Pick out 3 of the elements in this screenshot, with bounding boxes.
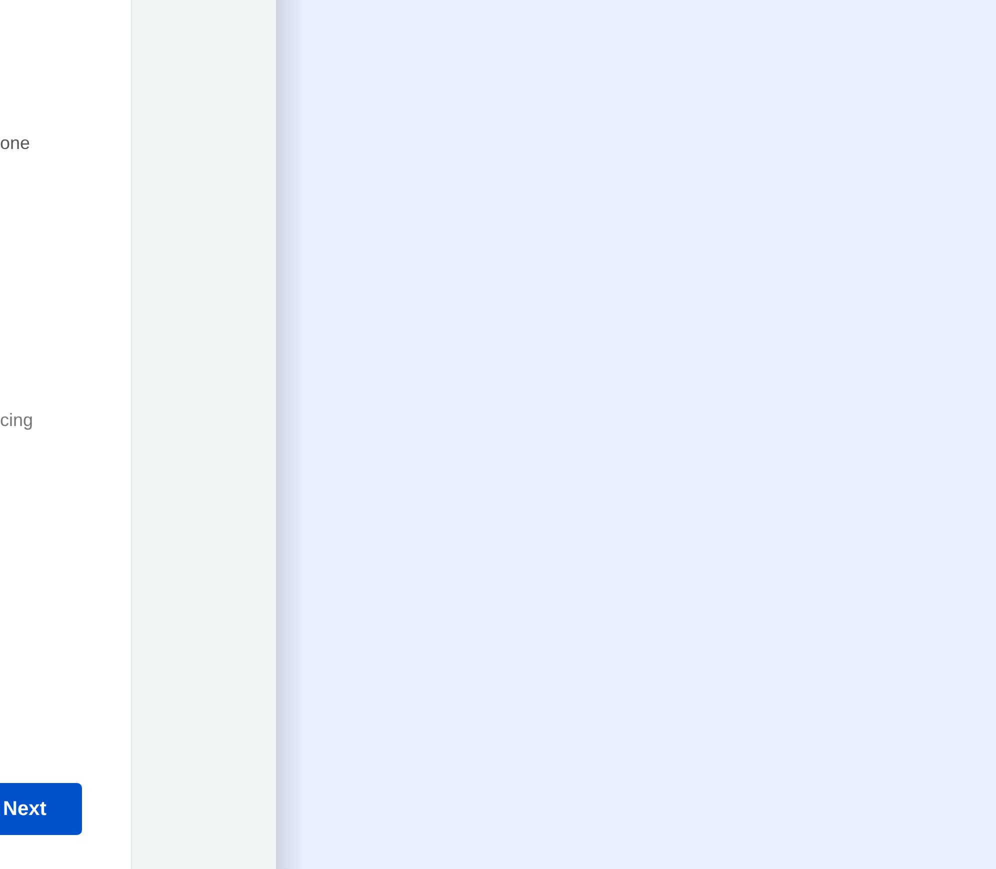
label-text: one [0,133,30,153]
label-text: cing [0,410,34,430]
next-button[interactable]: Next [0,783,82,835]
